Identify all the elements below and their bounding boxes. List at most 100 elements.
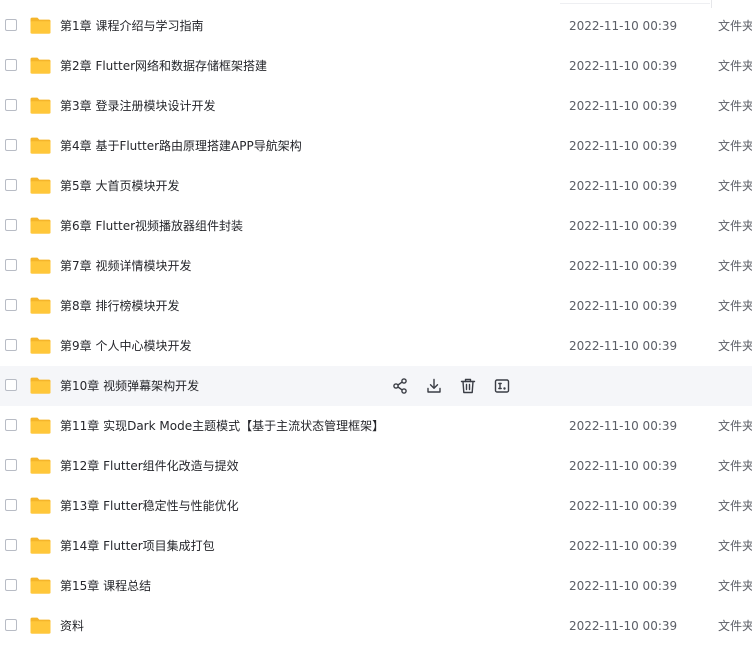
file-row[interactable]: 第2章 Flutter网络和数据存储框架搭建 2022-11-10 00:39 文件… bbox=[0, 46, 752, 86]
file-name[interactable]: 资料 bbox=[60, 606, 84, 646]
file-name[interactable]: 第15章 课程总结 bbox=[60, 566, 151, 606]
folder-icon bbox=[30, 217, 51, 234]
modified-date: 2022-11-10 00:39 bbox=[569, 459, 678, 473]
row-checkbox[interactable] bbox=[5, 459, 17, 471]
folder-icon bbox=[30, 537, 51, 554]
file-row[interactable]: 第1章 课程介绍与学习指南 2022-11-10 00:39 文件夹 bbox=[0, 6, 752, 46]
modified-date: 2022-11-10 00:39 bbox=[569, 19, 678, 33]
share-icon[interactable] bbox=[391, 377, 409, 395]
file-name[interactable]: 第4章 基于Flutter路由原理搭建APP导航架构 bbox=[60, 126, 302, 166]
file-name[interactable]: 第8章 排行榜模块开发 bbox=[60, 286, 179, 326]
row-checkbox[interactable] bbox=[5, 579, 17, 591]
file-row[interactable]: 资料 2022-11-10 00:39 文件夹 bbox=[0, 606, 752, 646]
modified-date: 2022-11-10 00:39 bbox=[569, 99, 678, 113]
file-type: 文件夹 bbox=[718, 419, 752, 433]
row-checkbox[interactable] bbox=[5, 499, 17, 511]
row-checkbox[interactable] bbox=[5, 99, 17, 111]
file-type: 文件夹 bbox=[718, 539, 752, 553]
folder-icon bbox=[30, 257, 51, 274]
folder-icon bbox=[30, 137, 51, 154]
file-type: 文件夹 bbox=[718, 499, 752, 513]
folder-icon bbox=[30, 617, 51, 634]
file-row[interactable]: 第3章 登录注册模块设计开发 2022-11-10 00:39 文件夹 bbox=[0, 86, 752, 126]
file-row[interactable]: 第13章 Flutter稳定性与性能优化 2022-11-10 00:39 文件夹 bbox=[0, 486, 752, 526]
row-checkbox[interactable] bbox=[5, 59, 17, 71]
row-checkbox[interactable] bbox=[5, 419, 17, 431]
folder-icon bbox=[30, 337, 51, 354]
modified-date: 2022-11-10 00:39 bbox=[569, 219, 678, 233]
file-row[interactable]: 第10章 视频弹幕架构开发 bbox=[0, 366, 752, 406]
file-row[interactable]: 第6章 Flutter视频播放器组件封装 2022-11-10 00:39 文件夹 bbox=[0, 206, 752, 246]
file-name[interactable]: 第14章 Flutter项目集成打包 bbox=[60, 526, 215, 566]
file-row[interactable]: 第8章 排行榜模块开发 2022-11-10 00:39 文件夹 bbox=[0, 286, 752, 326]
modified-date: 2022-11-10 00:39 bbox=[569, 259, 678, 273]
file-name[interactable]: 第2章 Flutter网络和数据存储框架搭建 bbox=[60, 46, 267, 86]
file-row[interactable]: 第9章 个人中心模块开发 2022-11-10 00:39 文件夹 bbox=[0, 326, 752, 366]
file-row[interactable]: 第14章 Flutter项目集成打包 2022-11-10 00:39 文件夹 bbox=[0, 526, 752, 566]
download-icon[interactable] bbox=[425, 377, 443, 395]
file-row[interactable]: 第12章 Flutter组件化改造与提效 2022-11-10 00:39 文件夹 bbox=[0, 446, 752, 486]
file-name[interactable]: 第13章 Flutter稳定性与性能优化 bbox=[60, 486, 239, 526]
file-type: 文件夹 bbox=[718, 19, 752, 33]
modified-date: 2022-11-10 00:39 bbox=[569, 619, 678, 633]
file-name[interactable]: 第12章 Flutter组件化改造与提效 bbox=[60, 446, 239, 486]
file-type: 文件夹 bbox=[718, 459, 752, 473]
row-checkbox[interactable] bbox=[5, 219, 17, 231]
folder-icon bbox=[30, 457, 51, 474]
modified-date: 2022-11-10 00:39 bbox=[569, 499, 678, 513]
file-type: 文件夹 bbox=[718, 619, 752, 633]
file-type: 文件夹 bbox=[718, 99, 752, 113]
file-row[interactable]: 第7章 视频详情模块开发 2022-11-10 00:39 文件夹 bbox=[0, 246, 752, 286]
file-name[interactable]: 第6章 Flutter视频播放器组件封装 bbox=[60, 206, 243, 246]
file-name[interactable]: 第1章 课程介绍与学习指南 bbox=[60, 6, 203, 46]
modified-date: 2022-11-10 00:39 bbox=[569, 299, 678, 313]
folder-icon bbox=[30, 497, 51, 514]
modified-date: 2022-11-10 00:39 bbox=[569, 339, 678, 353]
row-checkbox[interactable] bbox=[5, 179, 17, 191]
folder-icon bbox=[30, 17, 51, 34]
modified-date: 2022-11-10 00:39 bbox=[569, 419, 678, 433]
row-checkbox[interactable] bbox=[5, 259, 17, 271]
row-checkbox[interactable] bbox=[5, 139, 17, 151]
row-checkbox[interactable] bbox=[5, 339, 17, 351]
folder-icon bbox=[30, 297, 51, 314]
row-checkbox[interactable] bbox=[5, 299, 17, 311]
row-checkbox[interactable] bbox=[5, 379, 17, 391]
file-type: 文件夹 bbox=[718, 259, 752, 273]
folder-icon bbox=[30, 57, 51, 74]
file-list: 第1章 课程介绍与学习指南 2022-11-10 00:39 文件夹 第2章 Flut… bbox=[0, 0, 752, 647]
file-name[interactable]: 第10章 视频弹幕架构开发 bbox=[60, 366, 199, 406]
row-checkbox[interactable] bbox=[5, 619, 17, 631]
modified-date: 2022-11-10 00:39 bbox=[569, 179, 678, 193]
file-type: 文件夹 bbox=[718, 59, 752, 73]
file-type: 文件夹 bbox=[718, 339, 752, 353]
folder-icon bbox=[30, 377, 51, 394]
file-name[interactable]: 第9章 个人中心模块开发 bbox=[60, 326, 191, 366]
file-row[interactable]: 第4章 基于Flutter路由原理搭建APP导航架构 2022-11-10 00:… bbox=[0, 126, 752, 166]
row-checkbox[interactable] bbox=[5, 19, 17, 31]
rename-icon[interactable] bbox=[493, 377, 511, 395]
row-checkbox[interactable] bbox=[5, 539, 17, 551]
file-name[interactable]: 第5章 大首页模块开发 bbox=[60, 166, 179, 206]
folder-icon bbox=[30, 577, 51, 594]
file-type: 文件夹 bbox=[718, 179, 752, 193]
file-row[interactable]: 第15章 课程总结 2022-11-10 00:39 文件夹 bbox=[0, 566, 752, 606]
file-type: 文件夹 bbox=[718, 219, 752, 233]
top-divider bbox=[560, 3, 710, 4]
modified-date: 2022-11-10 00:39 bbox=[569, 59, 678, 73]
modified-date: 2022-11-10 00:39 bbox=[569, 579, 678, 593]
file-row[interactable]: 第11章 实现Dark Mode主题模式【基于主流状态管理框架】 2022-11-… bbox=[0, 406, 752, 446]
file-name[interactable]: 第7章 视频详情模块开发 bbox=[60, 246, 191, 286]
delete-icon[interactable] bbox=[459, 377, 477, 395]
file-name[interactable]: 第11章 实现Dark Mode主题模式【基于主流状态管理框架】 bbox=[60, 406, 384, 446]
folder-icon bbox=[30, 97, 51, 114]
folder-icon bbox=[30, 177, 51, 194]
modified-date: 2022-11-10 00:39 bbox=[569, 139, 678, 153]
file-type: 文件夹 bbox=[718, 299, 752, 313]
folder-icon bbox=[30, 417, 51, 434]
file-type: 文件夹 bbox=[718, 139, 752, 153]
file-row[interactable]: 第5章 大首页模块开发 2022-11-10 00:39 文件夹 bbox=[0, 166, 752, 206]
file-name[interactable]: 第3章 登录注册模块设计开发 bbox=[60, 86, 215, 126]
modified-date: 2022-11-10 00:39 bbox=[569, 539, 678, 553]
file-type: 文件夹 bbox=[718, 579, 752, 593]
